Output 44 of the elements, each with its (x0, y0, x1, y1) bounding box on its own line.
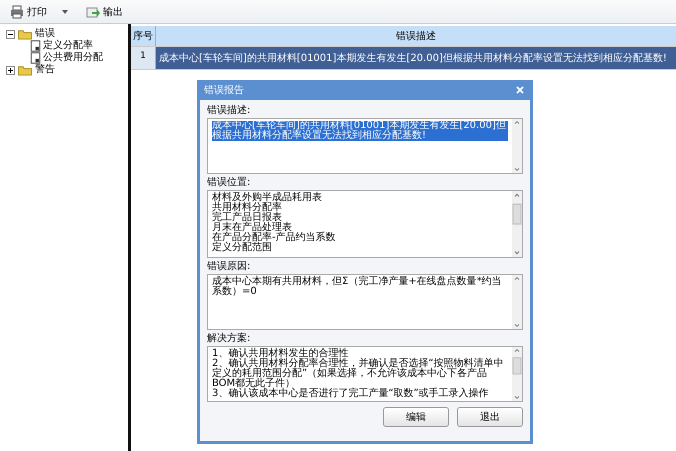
text-line: 完工产品日报表 (212, 213, 282, 223)
text-area[interactable]: 1、确认共用材料发生的合理性 2、确认共用材料分配率合理性，并确认是否选择“按照物料清单中定义的耗用范围分配”（如果选择，不允许该成本中心下各产品BOM都无此子件） 3、确认该成本中心是否进行了完工产量“取数”或手工录入操作 (207, 346, 523, 402)
text-line: 定义分配范围 (212, 243, 272, 253)
text-line: 在产品分配率-产品约当系数 (212, 233, 336, 243)
text-line: 3、确认该成本中心是否进行了完工产量“取数”或手工录入操作 (212, 389, 489, 399)
caret-icon (62, 10, 68, 14)
tree-item[interactable]: 公共费用分配 (43, 52, 103, 64)
text-line: 1、确认共用材料发生的合理性 (212, 349, 348, 359)
column-header: 错误描述 (156, 26, 676, 46)
scrollbar-icon[interactable] (512, 119, 522, 173)
folder-icon (17, 28, 33, 40)
document-icon (30, 40, 41, 52)
scrollbar-icon[interactable] (512, 275, 522, 329)
dialog-button[interactable]: 编辑 (383, 407, 449, 427)
tree-item[interactable]: 错误 (35, 28, 55, 40)
scrollbar-icon[interactable] (512, 191, 522, 257)
toolbar-button[interactable]: 打印 (8, 2, 70, 20)
text-area[interactable]: 成本中心本期有共用材料，但Σ（完工净产量+在线盘点数量*约当系数）=0 (207, 274, 523, 330)
dialog-button[interactable]: 退出 (457, 407, 523, 427)
tree-item[interactable]: 警告 (35, 64, 55, 76)
close-icon[interactable] (516, 86, 524, 94)
column-header: 序号 (131, 26, 156, 46)
scrollbar-icon[interactable] (512, 347, 522, 401)
toolbar-button[interactable]: 输出 (84, 2, 125, 20)
collapse-icon[interactable] (6, 30, 15, 38)
table-cell[interactable]: 成本中心[车轮车间]的共用材料[01001]本期发生有发生[20.00]但根据共用材料分配率设置无法找到相应分配基数! (156, 47, 676, 69)
document-icon (30, 52, 41, 64)
tree-item[interactable]: 定义分配率 (43, 40, 93, 52)
field-label: 解决方案: (207, 333, 250, 345)
text-line: 材料及外购半成品耗用表 (212, 193, 322, 203)
text-line: 2、确认共用材料分配率合理性，并确认是否选择“按照物料清单中定义的耗用范围分配”（如果选择，不允许该成本中心下各产品BOM都无此子件） (212, 359, 505, 389)
field-label: 错误描述: (207, 105, 250, 117)
dialog-title: 错误报告 (204, 84, 244, 97)
text-area[interactable]: 材料及外购半成品耗用表 共用材料分配率 完工产品日报表 月末在产品处理表 在产品分配率-产品约当系数 定义分配范围 (207, 190, 523, 258)
printer-icon (10, 4, 24, 18)
text-line: 共用材料分配率 (212, 203, 282, 213)
field-label: 错误位置: (207, 177, 250, 189)
row-number: 1 (131, 47, 156, 69)
folder-icon (17, 64, 33, 76)
export-icon (86, 4, 100, 18)
expand-icon[interactable] (6, 66, 15, 74)
text-line: 月末在产品处理表 (212, 223, 292, 233)
text-line: 成本中心本期有共用材料，但Σ（完工净产量+在线盘点数量*约当系数）=0 (212, 277, 503, 297)
field-label: 错误原因: (207, 261, 250, 273)
